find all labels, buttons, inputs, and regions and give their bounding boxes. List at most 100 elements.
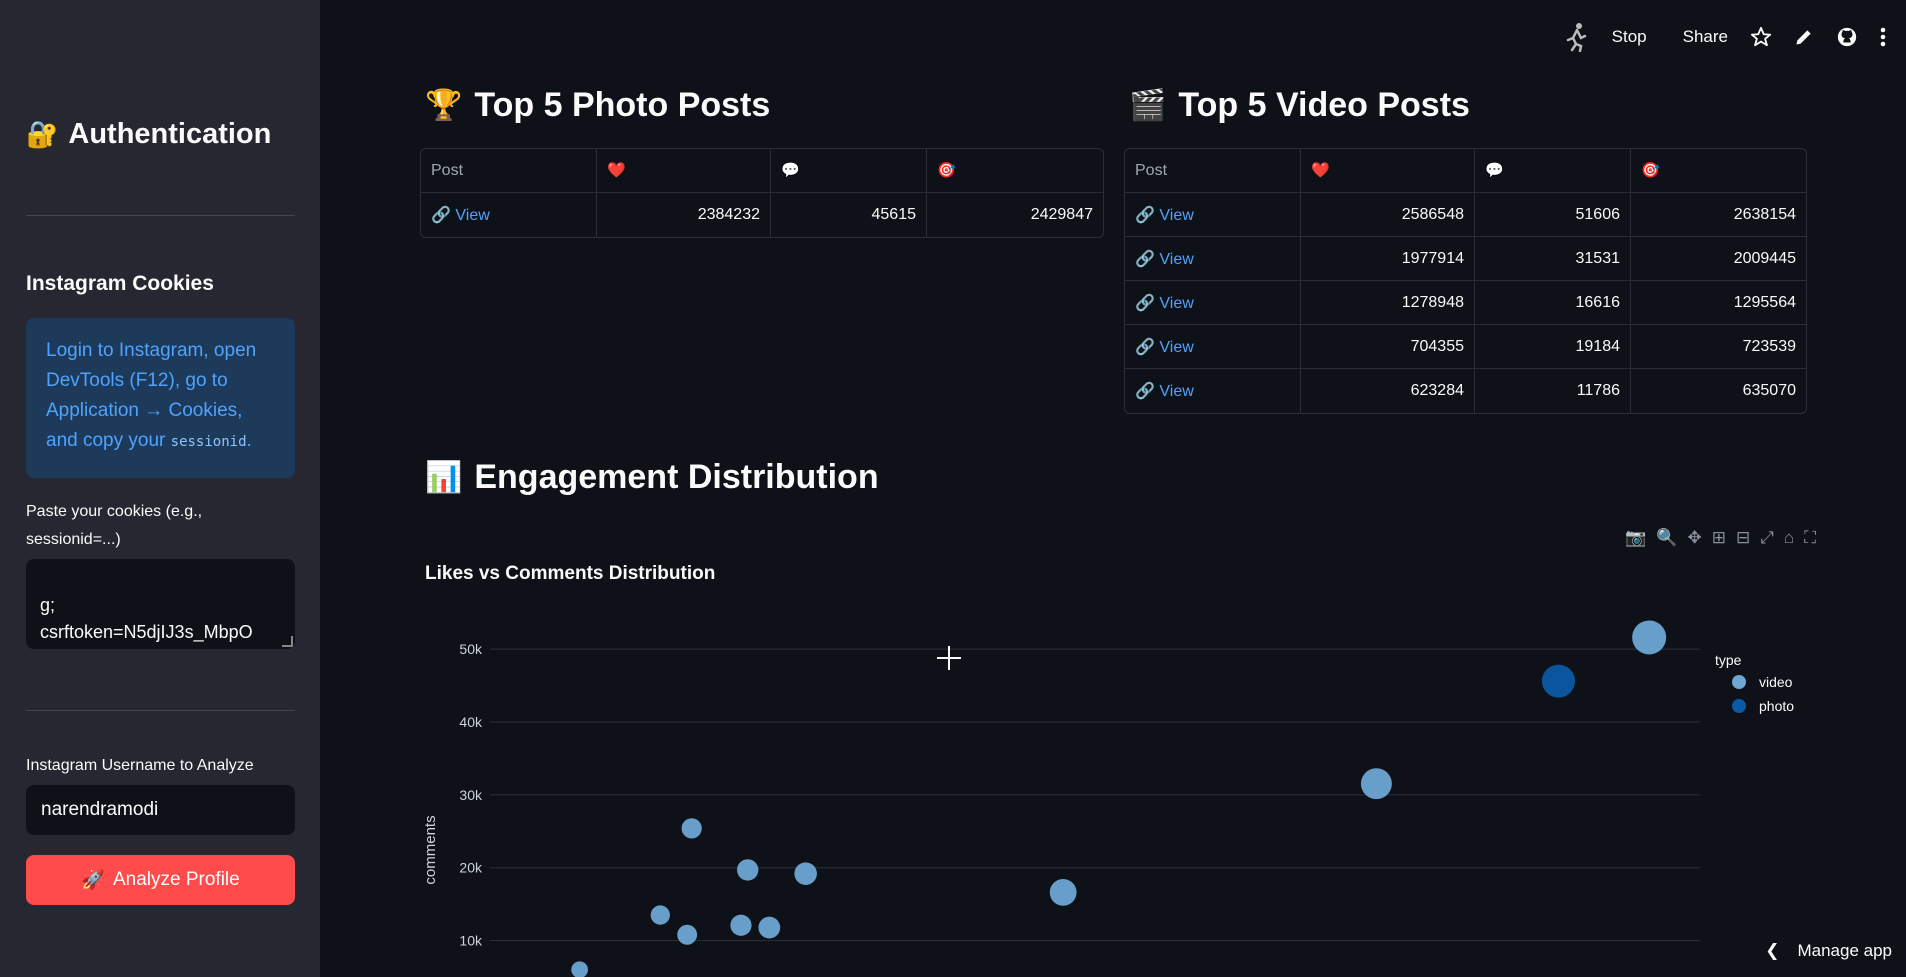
running-man-icon <box>1564 22 1590 52</box>
cookies-info-box: Login to Instagram, open DevTools (F12),… <box>26 318 295 478</box>
autoscale-icon[interactable]: ⤢ <box>1760 528 1774 548</box>
col-total-target-icon[interactable]: 🎯 <box>1631 149 1806 193</box>
sidebar-title-text: Authentication <box>68 118 272 150</box>
cell-likes: 2586548 <box>1301 193 1475 237</box>
view-link-label[interactable]: View <box>1159 207 1193 224</box>
table-row: 🔗 View 2586548 51606 2638154 <box>1125 193 1806 237</box>
data-point-photo[interactable] <box>1541 664 1576 698</box>
analyze-profile-button[interactable]: 🚀 Analyze Profile <box>26 855 295 905</box>
link-chain-icon: 🔗 <box>1135 383 1160 400</box>
cell-likes: 623284 <box>1301 369 1475 413</box>
zoom-icon[interactable]: 🔍 <box>1656 528 1677 548</box>
cell-total: 2009445 <box>1631 237 1806 281</box>
link-chain-icon: 🔗 <box>1135 294 1160 312</box>
share-button[interactable]: Share <box>1683 27 1728 47</box>
y-tick-label: 30k <box>459 787 483 803</box>
cell-likes: 1977914 <box>1301 237 1475 281</box>
cookies-label: Paste your cookies (e.g., sessionid=...) <box>26 503 203 548</box>
photo-section-title: 🏆 Top 5 Photo Posts <box>425 86 770 125</box>
table-row: 🔗 View 1977914 31531 2009445 <box>1125 237 1806 281</box>
chart-title: Likes vs Comments Distribution <box>425 563 716 584</box>
video-section-title-text: Top 5 Video Posts <box>1178 86 1470 124</box>
zoom-out-icon[interactable]: ⊟ <box>1736 528 1750 548</box>
cell-total: 2638154 <box>1631 193 1806 237</box>
view-link-label[interactable]: View <box>1159 383 1193 400</box>
view-link[interactable]: 🔗 View <box>1125 193 1301 237</box>
video-posts-table: Post ❤️ 💬 🎯 🔗 View 2586548 51606 2638154 🔗 V… <box>1124 148 1807 414</box>
table-row: 🔗 View 2384232 45615 2429847 <box>421 193 1103 237</box>
col-comments-speech-icon[interactable]: 💬 <box>1475 149 1631 193</box>
cell-likes: 704355 <box>1301 325 1475 369</box>
manage-app-label: Manage app <box>1797 941 1892 960</box>
manage-app-button[interactable]: ❮ Manage app <box>1765 941 1892 961</box>
edit-pencil-icon[interactable] <box>1794 27 1814 47</box>
view-link[interactable]: 🔗 View <box>1125 325 1301 369</box>
fullscreen-icon[interactable]: ⛶ <box>1804 528 1816 548</box>
col-likes-heart-icon[interactable]: ❤️ <box>597 149 771 193</box>
info-end: . <box>246 430 252 451</box>
data-point-video[interactable] <box>736 859 759 881</box>
engagement-title-text: Engagement Distribution <box>474 458 879 496</box>
photo-section-title-text: Top 5 Photo Posts <box>474 86 771 124</box>
view-link[interactable]: 🔗 View <box>1125 281 1301 325</box>
view-link-label[interactable]: View <box>455 207 489 224</box>
data-point-video[interactable] <box>758 916 781 939</box>
cell-likes: 2384232 <box>597 193 771 237</box>
view-link-label[interactable]: View <box>1159 295 1193 312</box>
star-icon[interactable] <box>1750 26 1772 48</box>
view-link[interactable]: 🔗 View <box>1125 237 1301 281</box>
data-point-video[interactable] <box>730 914 752 936</box>
view-link[interactable]: 🔗 View <box>1125 369 1301 413</box>
data-point-video[interactable] <box>1360 768 1392 800</box>
table-row: 🔗 View 704355 19184 723539 <box>1125 325 1806 369</box>
y-tick-label: 10k <box>459 933 483 949</box>
cell-comments: 51606 <box>1475 193 1631 237</box>
legend-label-photo[interactable]: photo <box>1759 698 1794 714</box>
lock-icon: 🔐 <box>26 119 59 149</box>
cell-total: 723539 <box>1631 325 1806 369</box>
legend-marker-photo[interactable] <box>1732 699 1746 713</box>
data-point-video[interactable] <box>681 818 702 839</box>
cell-comments: 45615 <box>771 193 927 237</box>
trophy-icon: 🏆 <box>425 89 463 122</box>
pan-icon[interactable]: ✥ <box>1687 528 1701 548</box>
data-point-video[interactable] <box>1049 878 1077 906</box>
sidebar-divider-2 <box>26 710 295 711</box>
analyze-profile-label: Analyze Profile <box>112 869 240 890</box>
cell-total: 2429847 <box>1030 206 1093 223</box>
rocket-icon: 🚀 <box>81 870 105 891</box>
col-post[interactable]: Post <box>1125 149 1301 193</box>
scatter-chart[interactable]: 10k 20k 30k 40k 50k comments type video photo <box>420 620 1820 977</box>
zoom-in-icon[interactable]: ⊞ <box>1712 528 1726 548</box>
view-link[interactable]: 🔗 View <box>421 193 597 237</box>
username-input[interactable]: narendramodi <box>26 785 295 835</box>
data-point-video[interactable] <box>677 924 698 945</box>
col-post[interactable]: Post <box>421 149 597 193</box>
data-point-video[interactable] <box>650 905 670 925</box>
github-icon[interactable] <box>1836 26 1858 48</box>
camera-icon[interactable]: 📷 <box>1625 528 1646 548</box>
more-menu-icon[interactable] <box>1880 27 1886 47</box>
cookies-textarea[interactable]: g; csrftoken=N5djIJ3s_MbpO KUu3MSmDl <box>26 559 295 649</box>
cookies-textarea-value: g; csrftoken=N5djIJ3s_MbpO KUu3MSmDl <box>40 595 253 642</box>
top-toolbar: Stop Share <box>1564 18 1906 56</box>
stop-button[interactable]: Stop <box>1612 27 1647 47</box>
data-point-video[interactable] <box>571 961 588 977</box>
legend-marker-video[interactable] <box>1732 675 1746 689</box>
col-total-target-icon[interactable]: 🎯 <box>927 149 1103 193</box>
y-tick-label: 40k <box>459 714 483 730</box>
cell-comments: 16616 <box>1475 281 1631 325</box>
sidebar-divider <box>26 215 295 216</box>
y-tick-label: 20k <box>459 860 483 876</box>
view-link-label[interactable]: View <box>1159 251 1193 268</box>
engagement-section-title: 📊 Engagement Distribution <box>425 458 879 497</box>
col-likes-heart-icon[interactable]: ❤️ <box>1301 149 1475 193</box>
view-link-label[interactable]: View <box>1159 339 1193 356</box>
data-point-video[interactable] <box>794 862 817 885</box>
data-point-video[interactable] <box>1632 620 1667 655</box>
bar-chart-icon: 📊 <box>425 461 463 494</box>
legend-label-video[interactable]: video <box>1759 674 1793 690</box>
home-icon[interactable]: ⌂ <box>1784 528 1794 548</box>
resize-handle-icon[interactable] <box>282 636 293 647</box>
col-comments-speech-icon[interactable]: 💬 <box>771 149 927 193</box>
